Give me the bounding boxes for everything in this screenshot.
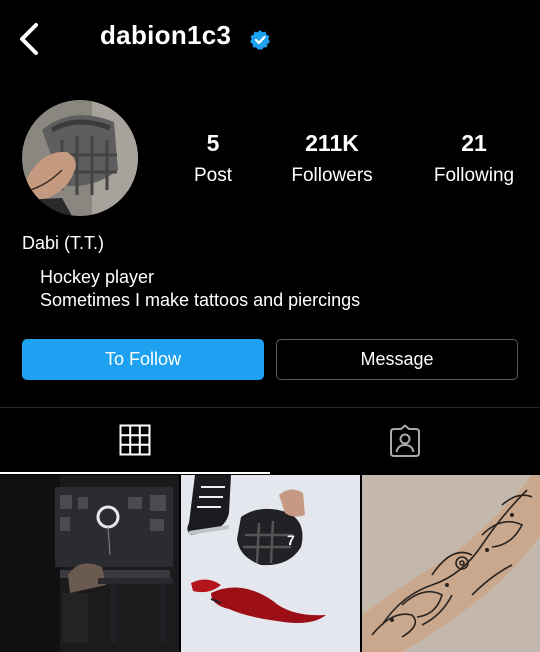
username: dabion1c3 [100, 20, 232, 50]
tab-posts-grid[interactable] [0, 408, 270, 474]
stat-posts[interactable]: 5 Post [180, 130, 246, 187]
svg-text:7: 7 [287, 532, 295, 548]
post-image-arm-tattoo [362, 475, 540, 652]
post-thumbnail[interactable]: 7 [181, 475, 360, 652]
avatar[interactable] [22, 100, 138, 216]
stat-followers[interactable]: 211K Followers [280, 130, 384, 187]
posts-count: 5 [206, 130, 220, 156]
post-image-hockey-ice: 7 [181, 475, 360, 652]
bio-line: Sometimes I make tattoos and piercings [40, 290, 361, 310]
back-chevron-icon[interactable] [14, 20, 48, 58]
post-thumbnail[interactable] [362, 475, 540, 652]
message-button[interactable]: Message [276, 339, 518, 380]
tagged-person-icon [390, 424, 420, 457]
profile-header: dabion1c3 [0, 0, 540, 80]
followers-count: 211K [305, 130, 359, 156]
bio-line: Hockey player [40, 267, 155, 287]
stat-following[interactable]: 21 Following [422, 130, 526, 187]
following-count: 21 [461, 130, 487, 156]
grid-icon [119, 424, 151, 456]
followers-label: Followers [291, 165, 373, 186]
follow-button[interactable]: To Follow [22, 339, 264, 380]
avatar-hockey-helmet-image [22, 100, 138, 216]
verified-badge-icon [250, 30, 270, 50]
post-thumbnail[interactable] [0, 475, 179, 652]
profile-full-name: Dabi (T.T.) [22, 233, 105, 253]
profile-tabs [0, 407, 540, 474]
posts-label: Post [193, 165, 233, 186]
tab-tagged[interactable] [270, 408, 540, 474]
profile-bio: Hockey player Sometimes I make tattoos a… [40, 266, 360, 312]
post-image-dark-room [0, 475, 179, 652]
posts-grid: 7 [0, 475, 540, 652]
following-label: Following [433, 165, 515, 186]
